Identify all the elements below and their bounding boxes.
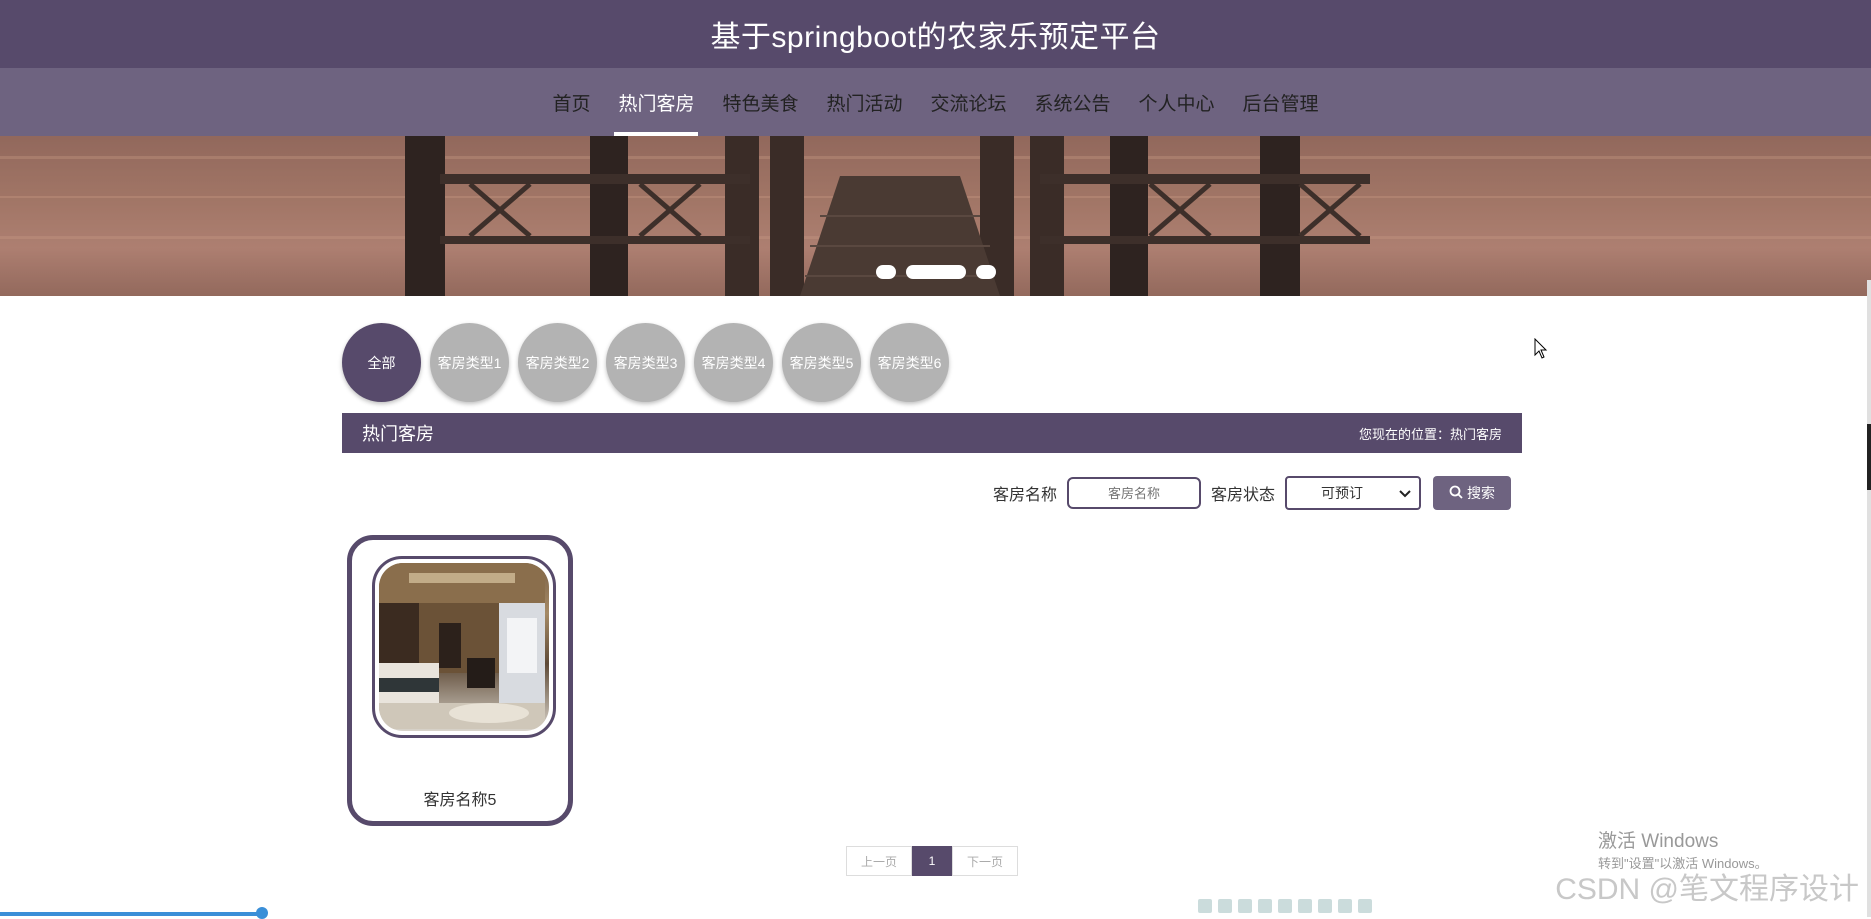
csdn-watermark: CSDN @笔文程序设计 [1555, 873, 1859, 906]
category-type-6[interactable]: 客房类型6 [870, 323, 949, 402]
nav-item-food[interactable]: 特色美食 [708, 68, 812, 136]
ime-keyboard-icon[interactable] [1278, 899, 1292, 913]
room-card[interactable]: 客房名称5 [347, 535, 573, 826]
nav-item-admin[interactable]: 后台管理 [1229, 68, 1333, 136]
category-type-4[interactable]: 客房类型4 [694, 323, 773, 402]
site-title: 基于springboot的农家乐预定平台 [710, 21, 1161, 54]
category-type-1[interactable]: 客房类型1 [430, 323, 509, 402]
carousel-dot[interactable] [975, 265, 996, 279]
nav-item-activities[interactable]: 热门活动 [812, 68, 916, 136]
video-progress-bar[interactable] [0, 912, 264, 916]
nav-item-personal-center[interactable]: 个人中心 [1125, 68, 1229, 136]
room-name-label: 客房名称 [992, 487, 1057, 504]
category-type-2[interactable]: 客房类型2 [518, 323, 597, 402]
room-image-frame [372, 556, 556, 738]
nav-item-home[interactable]: 首页 [538, 68, 604, 136]
chevron-down-icon [1399, 485, 1411, 501]
banner-carousel[interactable] [0, 136, 1871, 296]
ime-shirt-icon[interactable] [1338, 899, 1352, 913]
scrollbar-thumb[interactable] [1867, 424, 1871, 490]
room-status-value: 可预订 [1321, 485, 1363, 501]
room-status-select[interactable]: 可预订 [1285, 476, 1421, 510]
carousel-dot[interactable] [875, 265, 896, 279]
prev-page-button[interactable]: 上一页 [846, 846, 912, 876]
carousel-indicators [0, 265, 1871, 279]
room-photo [379, 563, 549, 731]
section-title: 热门客房 [362, 424, 434, 444]
current-page[interactable]: 1 [912, 846, 952, 876]
main-nav: 首页 热门客房 特色美食 热门活动 交流论坛 系统公告 个人中心 后台管理 [0, 68, 1871, 136]
nav-item-forum[interactable]: 交流论坛 [917, 68, 1021, 136]
section-header: 热门客房 您现在的位置：热门客房 [342, 413, 1522, 453]
next-page-button[interactable]: 下一页 [952, 846, 1018, 876]
nav-item-hot-rooms[interactable]: 热门客房 [604, 68, 708, 136]
ime-user-icon[interactable] [1298, 899, 1312, 913]
ime-simplified-icon[interactable] [1318, 899, 1332, 913]
ime-logo-icon[interactable] [1198, 899, 1212, 913]
room-status-label: 客房状态 [1210, 487, 1275, 504]
mouse-cursor-icon [1534, 337, 1548, 365]
video-progress-handle[interactable] [256, 907, 268, 919]
category-type-3[interactable]: 客房类型3 [606, 323, 685, 402]
scrollbar-track[interactable] [1867, 280, 1871, 917]
search-form: 客房名称 客房状态 可预订 搜索 [993, 476, 1511, 510]
site-header: 基于springboot的农家乐预定平台 [0, 0, 1871, 68]
ime-toolbar[interactable] [1198, 897, 1398, 915]
search-button-label: 搜索 [1467, 485, 1495, 501]
carousel-dot-active[interactable] [905, 265, 966, 279]
ime-gear-icon[interactable] [1358, 899, 1372, 913]
ime-punct-icon[interactable] [1258, 899, 1272, 913]
windows-activation-title: 激活 Windows [1598, 831, 1719, 852]
room-name: 客房名称5 [423, 792, 497, 809]
pagination: 上一页 1 下一页 [846, 846, 1018, 876]
search-icon [1449, 485, 1463, 502]
nav-item-announcements[interactable]: 系统公告 [1021, 68, 1125, 136]
category-type-5[interactable]: 客房类型5 [782, 323, 861, 402]
category-all[interactable]: 全部 [342, 323, 421, 402]
room-category-filter: 全部 客房类型1 客房类型2 客房类型3 客房类型4 客房类型5 客房类型6 [342, 323, 949, 402]
room-name-input[interactable] [1066, 477, 1201, 509]
ime-moon-icon[interactable] [1238, 899, 1252, 913]
nav-list: 首页 热门客房 特色美食 热门活动 交流论坛 系统公告 个人中心 后台管理 [538, 68, 1332, 136]
ime-lang-icon[interactable] [1218, 899, 1232, 913]
breadcrumb: 您现在的位置：热门客房 [1358, 426, 1502, 442]
search-button[interactable]: 搜索 [1433, 476, 1511, 510]
